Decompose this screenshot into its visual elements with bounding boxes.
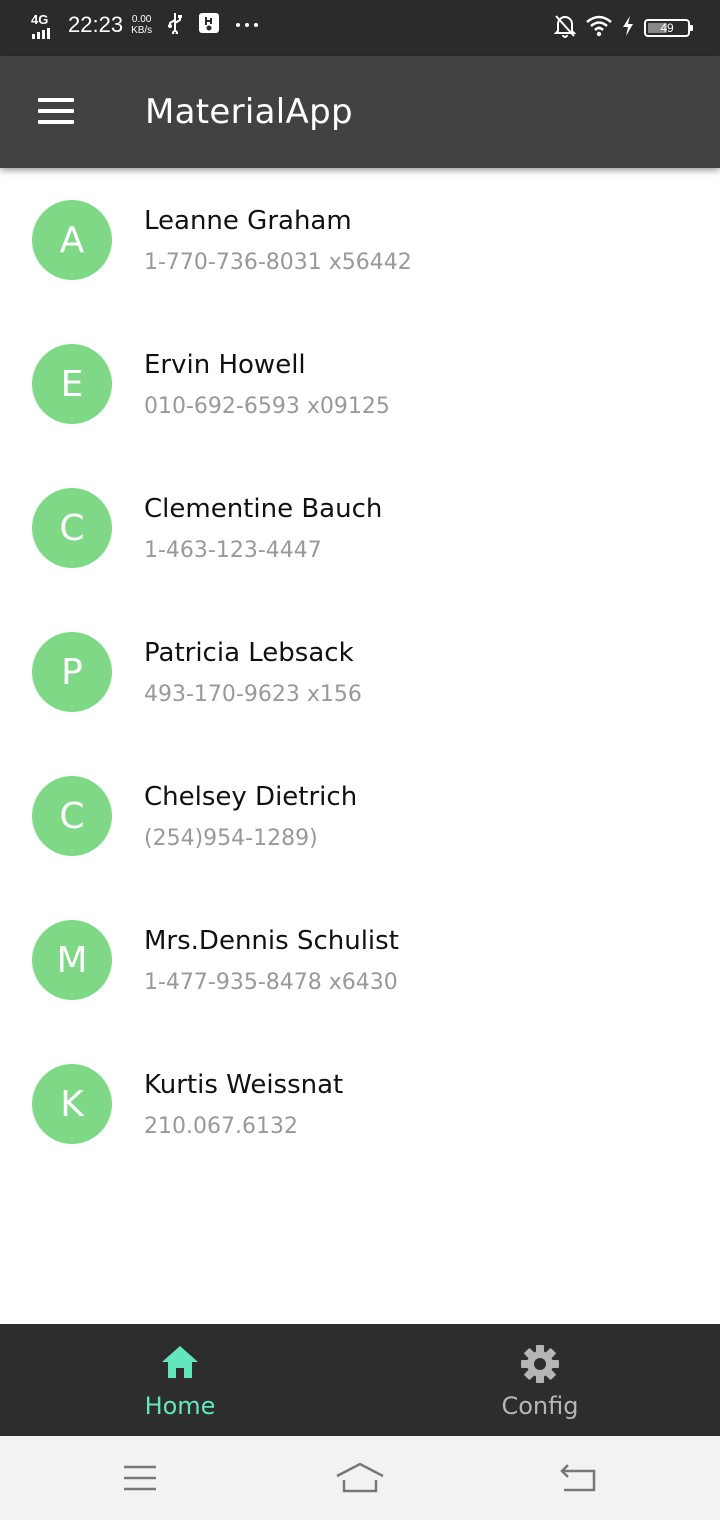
contact-phone: 493-170-9623 x156	[144, 682, 362, 707]
page-title: MaterialApp	[145, 92, 353, 132]
contact-name: Chelsey Dietrich	[144, 782, 358, 812]
list-item[interactable]: A Leanne Graham 1-770-736-8031 x56442	[0, 168, 720, 312]
bell-off-icon	[553, 14, 577, 42]
battery-level: 49	[660, 21, 674, 35]
home-outline-icon	[336, 1462, 384, 1493]
list-item[interactable]: P Patricia Lebsack 493-170-9623 x156	[0, 600, 720, 744]
list-item[interactable]: E Ervin Howell 010-692-6593 x09125	[0, 312, 720, 456]
network-type: 4G	[31, 12, 49, 27]
recent-apps-button[interactable]	[110, 1454, 170, 1502]
home-button[interactable]	[330, 1454, 390, 1502]
status-time: 22:23	[68, 12, 124, 37]
hamburger-menu-icon[interactable]	[38, 98, 74, 124]
avatar: E	[32, 344, 112, 424]
avatar: C	[32, 776, 112, 856]
menu-lines-icon	[124, 1465, 156, 1491]
charging-icon	[622, 15, 634, 41]
contact-name: Patricia Lebsack	[144, 638, 354, 668]
contact-phone: 010-692-6593 x09125	[144, 394, 390, 419]
contact-phone: 1-477-935-8478 x6430	[144, 970, 398, 995]
contact-phone: 1-770-736-8031 x56442	[144, 250, 412, 275]
status-bar: 4G 22:23 0.00 KB/s 49	[0, 0, 720, 56]
system-navigation-bar	[0, 1436, 720, 1520]
more-notifications-icon	[236, 23, 259, 27]
app-bar: MaterialApp	[0, 56, 720, 168]
wifi-icon	[586, 15, 612, 41]
avatar: M	[32, 920, 112, 1000]
bottom-navigation: Home Config	[0, 1324, 720, 1436]
avatar: P	[32, 632, 112, 712]
back-button[interactable]	[548, 1454, 608, 1502]
home-icon	[160, 1344, 200, 1384]
contact-phone: (254)954-1289)	[144, 826, 318, 851]
contact-name: Mrs.Dennis Schulist	[144, 926, 399, 956]
gear-icon	[520, 1344, 560, 1388]
cellular-signal-icon: 4G	[30, 10, 54, 40]
network-speed-unit: KB/s	[131, 25, 153, 36]
list-item[interactable]: M Mrs.Dennis Schulist 1-477-935-8478 x64…	[0, 888, 720, 1032]
network-speed: 0.00 KB/s	[131, 14, 152, 36]
network-speed-value: 0.00	[131, 14, 152, 25]
contact-name: Leanne Graham	[144, 206, 352, 236]
tab-home-label: Home	[144, 1392, 216, 1420]
usb-debug-icon	[198, 12, 220, 38]
contact-name: Clementine Bauch	[144, 494, 383, 524]
contact-name: Kurtis Weissnat	[144, 1070, 344, 1100]
avatar: C	[32, 488, 112, 568]
contact-list: A Leanne Graham 1-770-736-8031 x56442 E …	[0, 168, 720, 1176]
contact-phone: 210.067.6132	[144, 1114, 298, 1139]
list-item[interactable]: C Clementine Bauch 1-463-123-4447	[0, 456, 720, 600]
list-item[interactable]: K Kurtis Weissnat 210.067.6132	[0, 1032, 720, 1176]
list-item[interactable]: C Chelsey Dietrich (254)954-1289)	[0, 744, 720, 888]
tab-home[interactable]: Home	[0, 1324, 360, 1436]
contact-phone: 1-463-123-4447	[144, 538, 322, 563]
avatar: K	[32, 1064, 112, 1144]
contact-name: Ervin Howell	[144, 350, 306, 380]
avatar: A	[32, 200, 112, 280]
usb-icon	[166, 12, 184, 38]
tab-config[interactable]: Config	[360, 1324, 720, 1436]
battery-icon: 49	[644, 19, 693, 37]
tab-config-label: Config	[501, 1392, 579, 1420]
back-arrow-icon	[560, 1464, 596, 1492]
